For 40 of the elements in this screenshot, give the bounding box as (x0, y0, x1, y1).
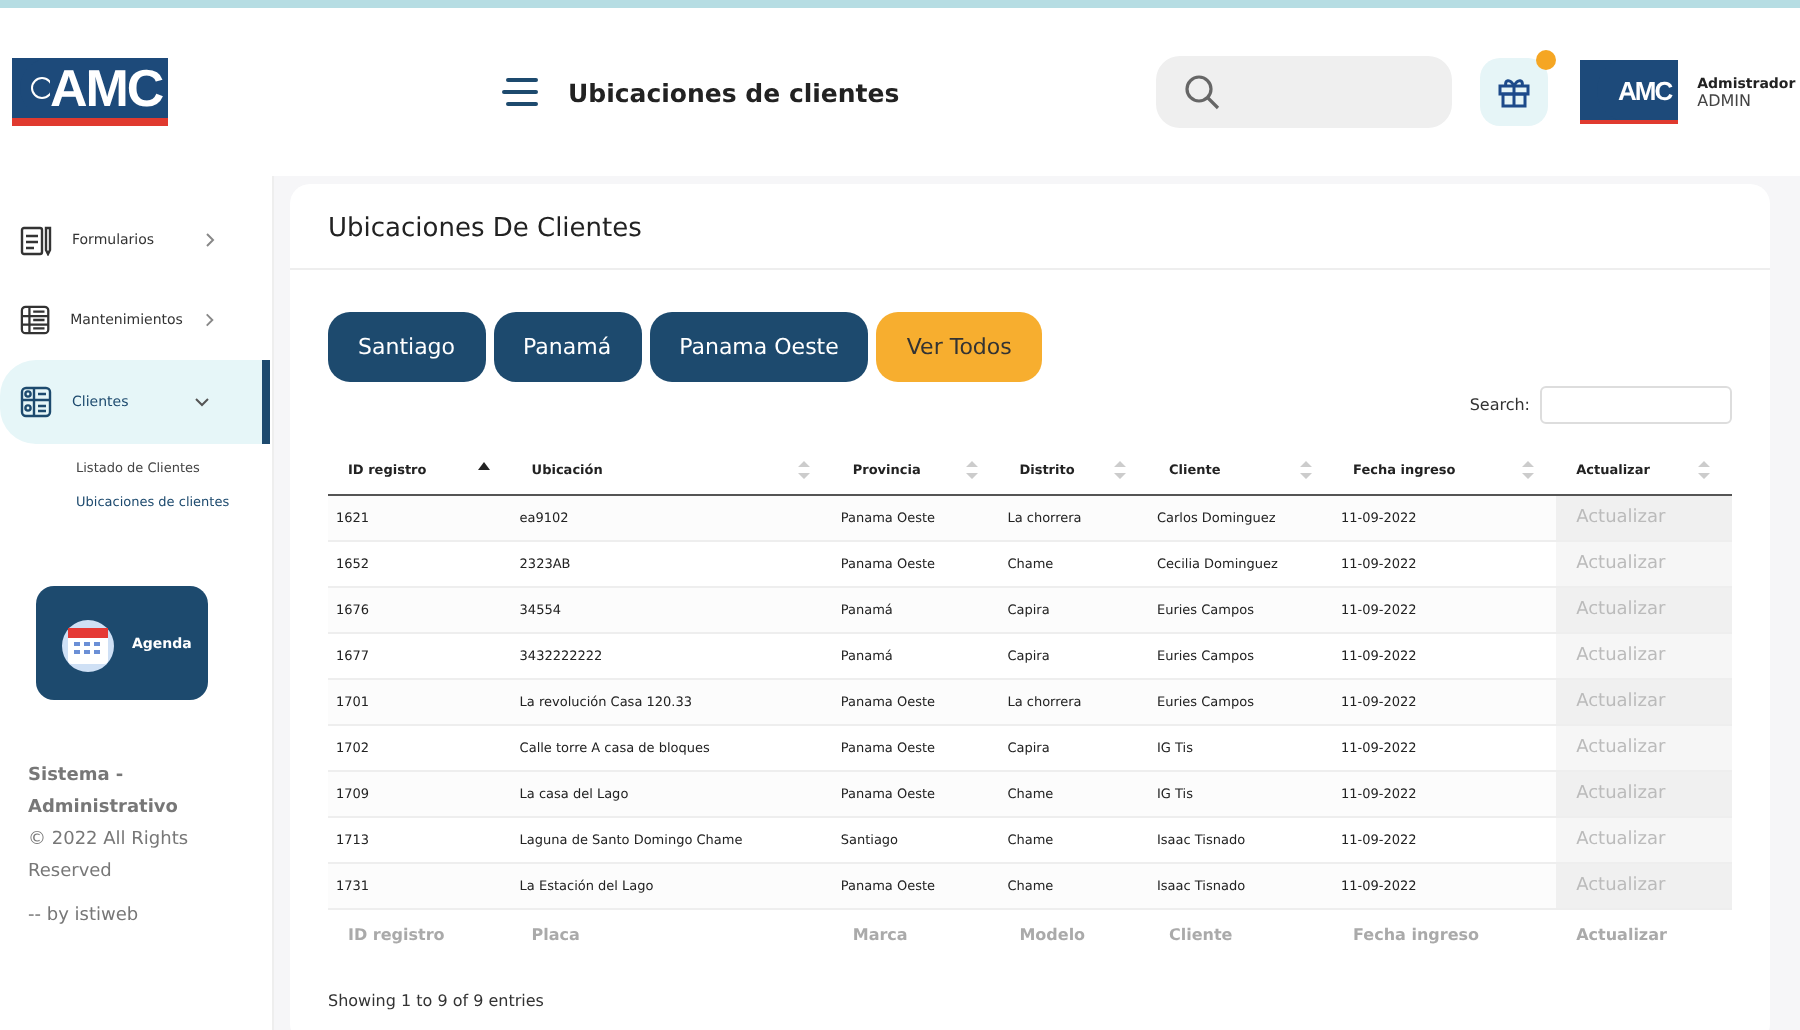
table-icon (20, 304, 51, 336)
column-footer: Actualizar (1556, 908, 1732, 960)
filter-button[interactable]: Panamá (493, 312, 642, 382)
chevron-right-icon (202, 232, 218, 248)
calendar-icon (60, 615, 116, 671)
company-logo: AMC (1580, 60, 1678, 124)
sort-icon (1696, 459, 1712, 480)
column-footer: ID registro (328, 908, 512, 960)
page-title: Ubicaciones de clientes (568, 77, 902, 107)
filter-button[interactable]: Panama Oeste (649, 312, 869, 382)
card-title: Ubicaciones De Clientes (290, 184, 1770, 270)
column-footer: Placa (511, 908, 833, 960)
search-icon (1184, 74, 1220, 110)
column-footer: Cliente (1148, 908, 1334, 960)
sort-icon (796, 459, 813, 480)
system-name: Sistema - Administrativo (28, 764, 180, 822)
menu-icon (500, 76, 540, 108)
menu-button[interactable] (500, 76, 540, 108)
sort-icon (1520, 459, 1537, 480)
chevron-right-icon (202, 312, 218, 328)
entries-info: Showing 1 to 9 of 9 entries (326, 990, 546, 1010)
clipboard-icon (20, 224, 52, 256)
column-footer: Modelo (999, 908, 1149, 960)
user-name: ADMIN (1697, 91, 1753, 109)
gift-icon (1498, 76, 1530, 108)
filter-button[interactable]: Ver Todos (876, 312, 1042, 382)
company-logo: AMC (12, 58, 169, 126)
chevron-down-icon (194, 394, 210, 410)
sort-icon (1297, 459, 1314, 480)
table-icon (20, 386, 52, 418)
sort-icon (1112, 459, 1129, 480)
search-input[interactable] (1540, 386, 1732, 424)
sort-icon (963, 459, 980, 480)
column-footer: Fecha ingreso (1333, 908, 1557, 960)
search-label: Search: (1469, 396, 1530, 414)
credit-text: -- by istiweb (28, 904, 141, 930)
column-footer: Marca (832, 908, 1000, 960)
copyright-text: © 2022 All Rights Reserved (28, 828, 191, 886)
filter-button[interactable]: Santiago (328, 312, 486, 382)
search-field[interactable] (1156, 56, 1452, 128)
